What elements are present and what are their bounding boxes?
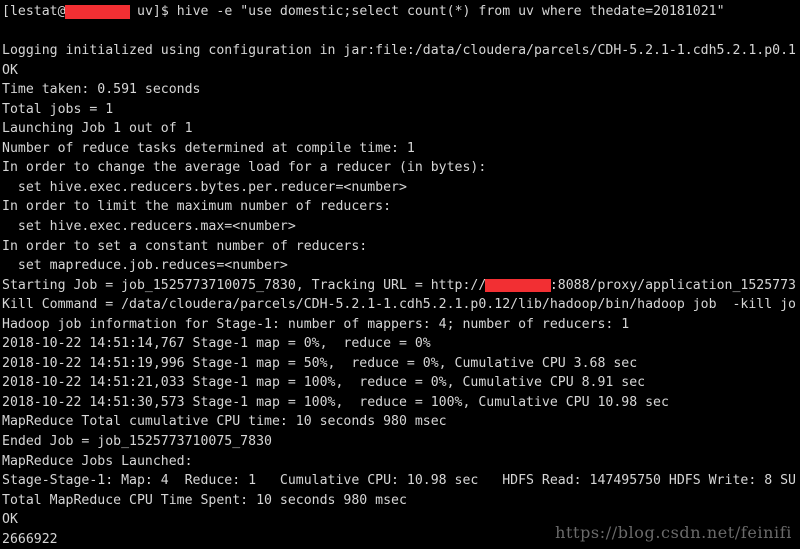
output-line-launching-job: Launching Job 1 out of 1	[2, 121, 193, 137]
prompt-line-top: [lestat@PUSH-009 uv]$ hive -e "use domes…	[2, 2, 800, 22]
starting-job-suffix: :8088/proxy/application_1525773	[549, 277, 796, 293]
redacted-hostname-url: PUSH-014	[485, 276, 551, 296]
output-line-stage-summary: Stage-Stage-1: Map: 4 Reduce: 1 Cumulati…	[2, 473, 796, 489]
output-line-total-cpu-spent: Total MapReduce CPU Time Spent: 10 secon…	[2, 492, 407, 508]
output-line-order-constant: In order to set a constant number of red…	[2, 238, 368, 254]
output-block-mid: Kill Command = /data/cloudera/parcels/CD…	[2, 295, 800, 549]
output-line-progress-1: 2018-10-22 14:51:14,767 Stage-1 map = 0%…	[2, 336, 431, 352]
output-line-reduce-tasks: Number of reduce tasks determined at com…	[2, 140, 415, 156]
hive-command: hive -e "use domestic;select count(*) fr…	[176, 4, 725, 19]
output-line-order-average-load: In order to change the average load for …	[2, 160, 487, 176]
output-line-set-bytes-per-reducer: set hive.exec.reducers.bytes.per.reducer…	[2, 179, 407, 195]
output-line-ended-job: Ended Job = job_1525773710075_7830	[2, 434, 272, 450]
output-line-result-count: 2666922	[2, 531, 58, 547]
output-line-set-reducers-max: set hive.exec.reducers.max=<number>	[2, 219, 296, 235]
prompt-suffix: uv]$	[129, 4, 177, 19]
output-line-hadoop-job-info: Hadoop job information for Stage-1: numb…	[2, 316, 630, 332]
terminal-window[interactable]: [lestat@PUSH-009 uv]$ hive -e "use domes…	[0, 0, 800, 549]
output-line-total-cumulative-cpu: MapReduce Total cumulative CPU time: 10 …	[2, 414, 447, 430]
prompt-prefix: [lestat@	[2, 4, 66, 19]
output-line-time-taken-1: Time taken: 0.591 seconds	[2, 82, 201, 98]
output-line-total-jobs: Total jobs = 1	[2, 101, 114, 117]
output-line-ok-2: OK	[2, 512, 18, 528]
redacted-hostname-top: PUSH-009	[64, 2, 130, 22]
output-line-order-limit-max: In order to limit the maximum number of …	[2, 199, 392, 215]
output-line-progress-2: 2018-10-22 14:51:19,996 Stage-1 map = 50…	[2, 355, 638, 371]
output-line-logging: Logging initialized using configuration …	[2, 43, 796, 59]
output-line-ok-1: OK	[2, 62, 18, 78]
output-line-progress-4: 2018-10-22 14:51:30,573 Stage-1 map = 10…	[2, 394, 669, 410]
output-line-progress-3: 2018-10-22 14:51:21,033 Stage-1 map = 10…	[2, 375, 646, 391]
starting-job-line: Starting Job = job_1525773710075_7830, T…	[2, 276, 800, 296]
starting-job-prefix: Starting Job = job_1525773710075_7830, T…	[2, 277, 487, 293]
output-line-kill-command: Kill Command = /data/cloudera/parcels/CD…	[2, 297, 796, 313]
output-line-set-job-reduces: set mapreduce.job.reduces=<number>	[2, 258, 288, 274]
output-block-top: Logging initialized using configuration …	[2, 41, 800, 276]
output-line-jobs-launched: MapReduce Jobs Launched:	[2, 453, 193, 469]
